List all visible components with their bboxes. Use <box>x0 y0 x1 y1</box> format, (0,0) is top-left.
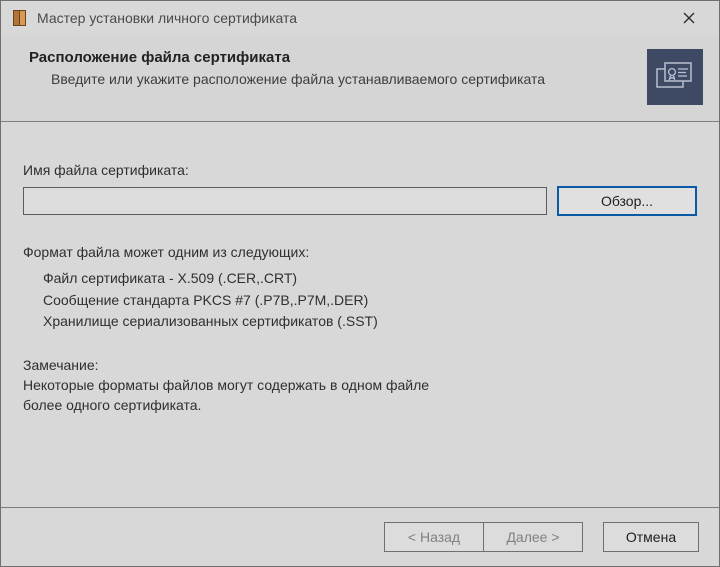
wizard-footer: < Назад Далее > Отмена <box>1 507 719 566</box>
notice-label: Замечание: <box>23 357 697 373</box>
titlebar: Мастер установки личного сертификата <box>1 1 719 35</box>
app-icon <box>11 9 29 27</box>
file-name-label: Имя файла сертификата: <box>23 162 697 178</box>
format-item: Сообщение стандарта PKCS #7 (.P7B,.P7M,.… <box>43 290 697 312</box>
format-item: Хранилище сериализованных сертификатов (… <box>43 311 697 333</box>
cancel-button[interactable]: Отмена <box>603 522 699 552</box>
notice-line: более одного сертификата. <box>23 397 201 413</box>
wizard-header: Расположение файла сертификата Введите и… <box>1 35 719 122</box>
file-name-field[interactable] <box>23 187 547 215</box>
close-icon <box>683 12 695 24</box>
file-row: Обзор... <box>23 186 697 216</box>
page-title: Расположение файла сертификата <box>29 49 637 66</box>
back-button[interactable]: < Назад <box>384 522 484 552</box>
wizard-header-text: Расположение файла сертификата Введите и… <box>29 49 637 88</box>
browse-button[interactable]: Обзор... <box>557 186 697 216</box>
page-subtitle: Введите или укажите расположение файла у… <box>51 70 637 88</box>
format-item: Файл сертификата - X.509 (.CER,.CRT) <box>43 268 697 290</box>
format-label: Формат файла может одним из следующих: <box>23 244 697 260</box>
notice-line: Некоторые форматы файлов могут содержать… <box>23 377 429 393</box>
certificate-icon <box>647 49 703 105</box>
next-button[interactable]: Далее > <box>483 522 583 552</box>
notice-body: Некоторые форматы файлов могут содержать… <box>23 375 697 416</box>
format-list: Файл сертификата - X.509 (.CER,.CRT) Соо… <box>43 268 697 333</box>
window-title: Мастер установки личного сертификата <box>37 10 667 26</box>
wizard-body: Имя файла сертификата: Обзор... Формат ф… <box>1 122 719 507</box>
close-button[interactable] <box>667 3 711 33</box>
wizard-dialog: Мастер установки личного сертификата Рас… <box>0 0 720 567</box>
